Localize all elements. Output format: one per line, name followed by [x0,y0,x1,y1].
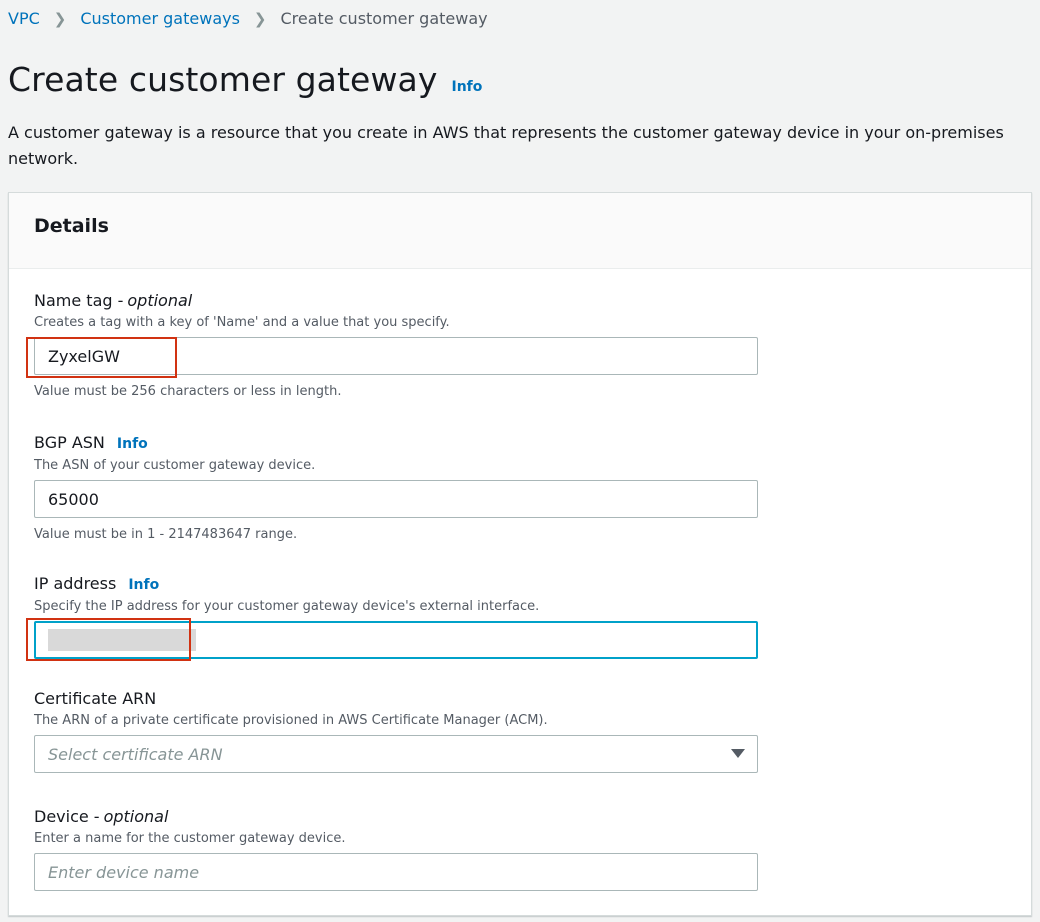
optional-label: optional [127,291,193,310]
ip-address-label-text: IP address [34,574,117,593]
bgp-asn-description: The ASN of your customer gateway device. [34,458,316,473]
certificate-arn-select[interactable]: Select certificate ARN [34,735,758,773]
certificate-arn-label: Certificate ARN [34,689,758,709]
device-placeholder: Enter device name [48,862,200,882]
chevron-right-icon: ❯ [53,10,67,28]
bgp-asn-constraint: Value must be in 1 - 2147483647 range. [34,527,298,542]
certificate-arn-field: Certificate ARN The ARN of a private cer… [34,689,758,773]
name-tag-description: Creates a tag with a key of 'Name' and a… [34,315,450,330]
panel-header: Details [9,193,1031,269]
certificate-arn-description: The ARN of a private certificate provisi… [34,713,548,728]
optional-label: optional [103,807,169,826]
ip-address-info-link[interactable]: Info [128,575,159,595]
bgp-asn-input[interactable]: 65000 [34,480,758,518]
certificate-arn-placeholder: Select certificate ARN [48,744,223,764]
caret-down-icon [731,749,745,758]
name-tag-label-text: Name tag - [34,291,124,310]
page-header: Create customer gateway Info [8,60,482,99]
bgp-asn-info-link[interactable]: Info [117,434,148,454]
certificate-arn-label-text: Certificate ARN [34,689,157,708]
device-input[interactable]: Enter device name [34,853,758,891]
device-label: Device - optional [34,807,758,827]
name-tag-label: Name tag - optional [34,291,758,311]
bgp-asn-label: BGP ASN Info [34,433,758,454]
highlight-box [26,337,177,378]
page-info-link[interactable]: Info [451,79,482,95]
ip-address-label: IP address Info [34,574,758,595]
bgp-asn-value: 65000 [48,489,99,509]
bgp-asn-field: BGP ASN Info The ASN of your customer ga… [34,433,758,543]
device-label-text: Device - [34,807,100,826]
bgp-asn-label-text: BGP ASN [34,433,105,452]
breadcrumb-current: Create customer gateway [280,9,488,28]
breadcrumb-link-customer-gateways[interactable]: Customer gateways [80,8,240,30]
device-description: Enter a name for the customer gateway de… [34,831,346,846]
chevron-right-icon: ❯ [253,10,267,28]
device-field: Device - optional Enter a name for the c… [34,807,758,891]
name-tag-constraint: Value must be 256 characters or less in … [34,384,342,399]
page-description: A customer gateway is a resource that yo… [8,123,1004,168]
page-title: Create customer gateway [8,60,438,99]
details-panel: Details Name tag - optional Creates a ta… [8,192,1032,916]
panel-title: Details [34,215,109,237]
breadcrumb-link-vpc[interactable]: VPC [8,8,40,30]
ip-address-description: Specify the IP address for your customer… [34,599,540,614]
breadcrumb: VPC ❯ Customer gateways ❯ Create custome… [8,8,488,30]
highlight-box [26,618,191,661]
